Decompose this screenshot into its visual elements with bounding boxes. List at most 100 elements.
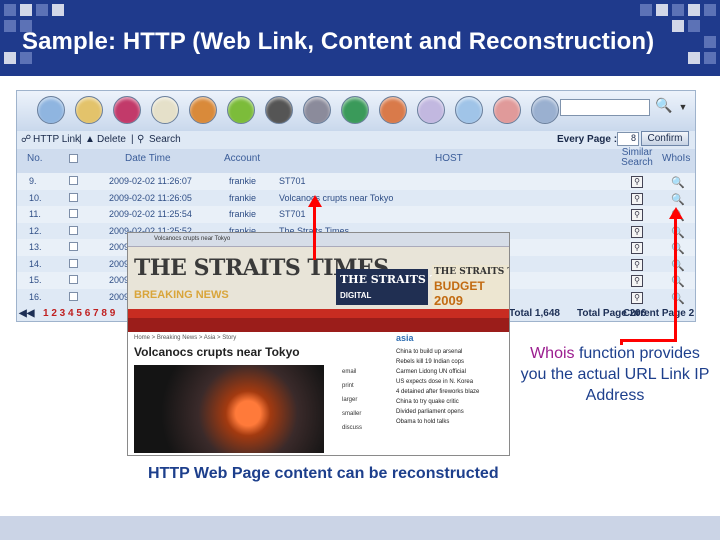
separator: | xyxy=(79,134,82,145)
table-row[interactable]: 11. 2009-02-02 11:25:54 frankie ST701 ⚲ 🔍 xyxy=(17,206,695,223)
search-input[interactable] xyxy=(560,99,650,116)
page-links[interactable]: 1 2 3 4 5 6 7 8 9 xyxy=(43,308,115,319)
mail-icon[interactable] xyxy=(75,96,103,124)
similar-search-icon[interactable]: ⚲ xyxy=(631,192,643,205)
table-row[interactable]: 10. 2009-02-02 11:26:05 frankie Volcanocs c… xyxy=(17,190,695,207)
asia-item[interactable]: US expects dose in N. Korea xyxy=(396,377,506,387)
whois-magnifier-icon[interactable]: 🔍 xyxy=(671,176,685,189)
settings-icon[interactable] xyxy=(303,96,331,124)
digital-badge[interactable]: THE STRAITS TIMES DIGITAL xyxy=(336,269,472,305)
col-whois[interactable]: WhoIs xyxy=(662,153,690,164)
web-caption: HTTP Web Page content can be reconstruct… xyxy=(148,465,499,482)
whois-word: Whois xyxy=(530,345,575,362)
search-doc-icon[interactable] xyxy=(455,96,483,124)
row-host[interactable]: ST701 xyxy=(279,209,306,219)
asia-item[interactable]: 4 detained after fireworks blaze xyxy=(396,387,506,397)
browser-tab[interactable]: Volcanocs crupts near Tokyo xyxy=(154,236,230,242)
trash-icon: ▲ xyxy=(85,134,95,145)
send-mail-icon[interactable] xyxy=(493,96,521,124)
magnifier-icon: ⚲ xyxy=(137,134,145,145)
ie-icon[interactable] xyxy=(227,96,255,124)
article: Home > Breaking News > Asia > Story Volc… xyxy=(134,335,384,455)
similar-search-icon[interactable]: ⚲ xyxy=(631,275,643,287)
separator: | xyxy=(131,134,134,145)
search-icon[interactable]: 🔍 xyxy=(655,97,672,114)
budget-year: 2009 xyxy=(434,293,463,308)
asia-item[interactable]: Rebels kill 19 Indian cops xyxy=(396,357,506,367)
row-checkbox[interactable] xyxy=(69,192,78,202)
row-checkbox[interactable] xyxy=(69,225,78,235)
refresh-icon[interactable] xyxy=(341,96,369,124)
col-account[interactable]: Account xyxy=(224,153,260,164)
select-all-checkbox[interactable] xyxy=(69,154,78,163)
row-no: 9. xyxy=(29,176,37,186)
similar-search-icon[interactable]: ⚲ xyxy=(631,242,643,254)
table-row[interactable]: 9. 2009-02-02 11:26:07 frankie ST701 ⚲ 🔍 xyxy=(17,173,695,190)
chevron-down-icon[interactable]: ▼ xyxy=(677,100,689,114)
row-checkbox[interactable] xyxy=(69,258,78,268)
im-icon[interactable] xyxy=(265,96,293,124)
row-no: 11. xyxy=(29,209,41,219)
row-host[interactable]: ST701 xyxy=(279,176,306,186)
similar-search-icon[interactable]: ⚲ xyxy=(631,258,643,271)
tools-icon[interactable] xyxy=(379,96,407,124)
network-icon[interactable] xyxy=(531,96,559,124)
row-checkbox[interactable] xyxy=(69,242,78,251)
arrow-head-host xyxy=(308,195,322,207)
site-nav xyxy=(128,309,509,318)
row-checkbox[interactable] xyxy=(69,209,78,218)
col-similar-search[interactable]: Similar Search xyxy=(620,148,654,168)
row-host[interactable]: Volcanocs crupts near Tokyo xyxy=(279,193,393,203)
arrow-to-whois xyxy=(674,218,677,342)
link-icon: ☍ xyxy=(21,134,32,145)
similar-search-icon[interactable]: ⚲ xyxy=(631,225,643,238)
home-icon[interactable] xyxy=(37,96,65,124)
row-no: 15. xyxy=(29,275,42,285)
whois-caption: Whois function provides you the actual U… xyxy=(520,343,710,406)
row-no: 16. xyxy=(29,291,42,302)
slide-title: Sample: HTTP (Web Link, Content and Reco… xyxy=(22,28,655,55)
package-icon[interactable] xyxy=(189,96,217,124)
tool-print[interactable]: print xyxy=(342,379,362,393)
similar-search-icon[interactable]: ⚲ xyxy=(631,209,643,221)
similar-search-icon[interactable]: ⚲ xyxy=(631,176,643,188)
tool-email[interactable]: email xyxy=(342,365,362,379)
row-datetime: 2009-02-02 11:26:05 xyxy=(109,192,192,203)
arrow-head-whois xyxy=(669,207,683,219)
every-page-label: Every Page : xyxy=(557,134,618,145)
col-host[interactable]: HOST xyxy=(435,153,463,164)
article-title: Volcanocs crupts near Tokyo xyxy=(134,345,300,359)
col-datetime[interactable]: Date Time xyxy=(125,153,171,164)
every-page-input[interactable]: 8 xyxy=(617,132,639,146)
first-page-icon[interactable]: ◀◀ xyxy=(19,308,34,319)
http-link-button[interactable]: HTTP Link xyxy=(33,134,80,145)
asia-item[interactable]: China to build up arsenal xyxy=(396,347,506,357)
budget-badge[interactable]: THE STRAITS TIMES BUDGET 2009 xyxy=(432,265,509,309)
row-checkbox[interactable] xyxy=(69,275,78,284)
asia-item[interactable]: Obama to hold talks xyxy=(396,417,506,427)
search-button[interactable]: Search xyxy=(149,134,181,145)
toolbar: 🔍 ▼ xyxy=(17,91,695,131)
tool-smaller[interactable]: smaller xyxy=(342,407,362,421)
browser-tabbar: Volcanocs crupts near Tokyo xyxy=(128,233,509,247)
confirm-button[interactable]: Confirm xyxy=(641,131,689,146)
row-account: frankie xyxy=(229,209,257,219)
row-checkbox[interactable] xyxy=(69,291,78,301)
col-no[interactable]: No. xyxy=(27,153,43,164)
calendar-icon[interactable] xyxy=(151,96,179,124)
media-icon[interactable] xyxy=(113,96,141,124)
whois-magnifier-icon[interactable]: 🔍 xyxy=(671,193,685,206)
row-datetime: 2009-02-02 11:25:54 xyxy=(109,209,192,219)
tool-discuss[interactable]: discuss xyxy=(342,421,362,435)
tool-larger[interactable]: larger xyxy=(342,393,362,407)
asia-item[interactable]: China to try quake critic xyxy=(396,397,506,407)
similar-search-icon[interactable]: ⚲ xyxy=(631,291,643,304)
asia-item[interactable]: Carmen Lidong UN official xyxy=(396,367,506,377)
edit-icon[interactable] xyxy=(417,96,445,124)
delete-button[interactable]: Delete xyxy=(97,134,126,145)
asia-item[interactable]: Divided parliament opens xyxy=(396,407,506,417)
budget-word: BUDGET xyxy=(434,279,485,293)
row-checkbox[interactable] xyxy=(69,176,78,185)
asia-sidebar: asia China to build up arsenal Rebels ki… xyxy=(396,333,506,453)
arrow-connector xyxy=(620,339,677,342)
